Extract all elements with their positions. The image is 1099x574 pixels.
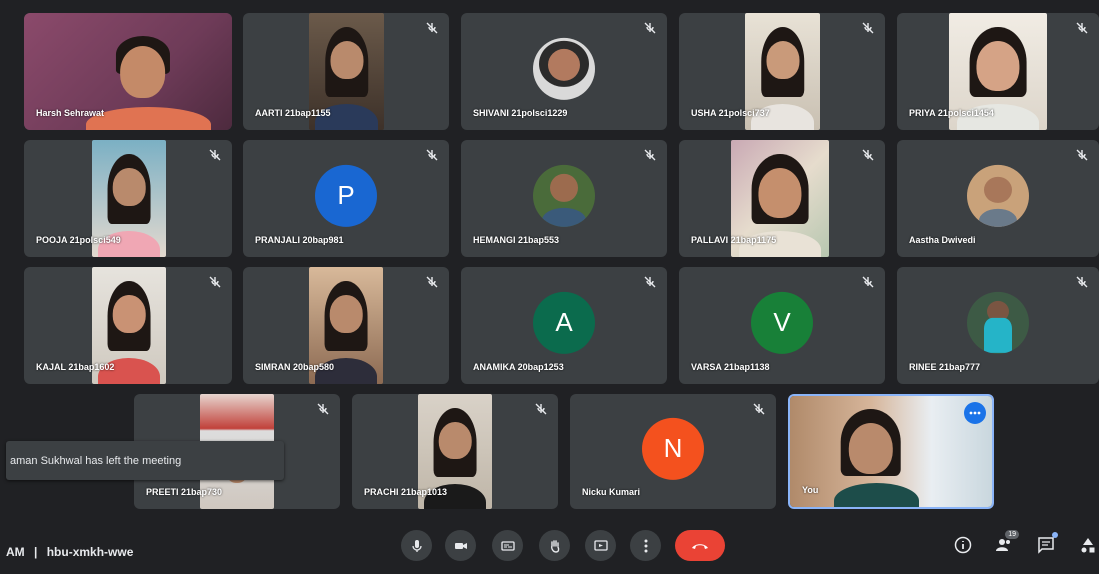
mic-icon bbox=[411, 539, 422, 552]
participant-count-badge: 19 bbox=[1005, 530, 1019, 539]
participant-tile[interactable]: USHA 21polsci737 bbox=[679, 13, 885, 130]
separator: | bbox=[34, 545, 38, 559]
participant-name: SIMRAN 20bap580 bbox=[255, 362, 335, 372]
info-icon bbox=[954, 536, 972, 554]
mic-off-icon bbox=[861, 148, 875, 162]
participant-tile[interactable]: V VARSA 21bap1138 bbox=[679, 267, 885, 384]
participant-name: PRANJALI 20bap981 bbox=[255, 235, 344, 245]
profile-photo bbox=[533, 164, 595, 227]
participant-name: POOJA 21polsci549 bbox=[36, 235, 121, 245]
mic-off-icon bbox=[1075, 275, 1089, 289]
toast-message: aman Sukhwal has left the meeting bbox=[10, 454, 182, 467]
profile-photo bbox=[967, 291, 1029, 354]
mic-off-icon bbox=[643, 21, 657, 35]
avatar: V bbox=[751, 291, 813, 354]
activities-button[interactable] bbox=[1077, 534, 1099, 556]
participant-name: PREETI 21bap730 bbox=[146, 487, 223, 497]
avatar: P bbox=[315, 164, 377, 227]
meeting-info: AM | hbu-xmkh-wwe bbox=[6, 545, 133, 559]
meeting-code: hbu-xmkh-wwe bbox=[46, 545, 134, 559]
participant-name: AARTI 21bap1155 bbox=[255, 108, 331, 118]
mic-off-icon bbox=[861, 275, 875, 289]
participant-tile[interactable]: N Nicku Kumari bbox=[570, 394, 776, 509]
participant-name: RINEE 21bap777 bbox=[909, 362, 981, 372]
avatar-letter: A bbox=[555, 306, 573, 337]
participant-tile[interactable]: Aastha Dwivedi bbox=[897, 140, 1099, 257]
participant-name: Harsh Sehrawat bbox=[36, 108, 105, 118]
profile-photo bbox=[533, 37, 595, 100]
participant-name: USHA 21polsci737 bbox=[691, 108, 770, 118]
self-video bbox=[790, 396, 992, 507]
avatar: N bbox=[642, 417, 704, 480]
notification-dot bbox=[1052, 532, 1058, 538]
leave-call-button[interactable] bbox=[675, 530, 725, 561]
captions-icon bbox=[500, 540, 515, 551]
participant-name: PRACHI 21bap1013 bbox=[364, 487, 448, 497]
mic-off-icon bbox=[643, 275, 657, 289]
mic-off-icon bbox=[534, 402, 548, 416]
participant-tile[interactable]: AARTI 21bap1155 bbox=[243, 13, 449, 130]
avatar-letter: V bbox=[773, 306, 791, 337]
more-options-button[interactable] bbox=[630, 530, 661, 561]
mic-off-icon bbox=[643, 148, 657, 162]
chat-button[interactable] bbox=[1035, 532, 1058, 556]
mic-off-icon bbox=[425, 148, 439, 162]
participant-name: Aastha Dwivedi bbox=[909, 235, 976, 245]
avatar-letter: N bbox=[663, 432, 683, 463]
people-button[interactable]: 19 bbox=[993, 530, 1019, 556]
participant-tile[interactable]: A ANAMIKA 20bap1253 bbox=[461, 267, 667, 384]
participant-name: KAJAL 21bap1602 bbox=[36, 362, 115, 372]
participant-tile[interactable]: POOJA 21polsci549 bbox=[24, 140, 232, 257]
participant-tile[interactable]: SHIVANI 21polsci1229 bbox=[461, 13, 667, 130]
raise-hand-button[interactable] bbox=[539, 530, 570, 561]
self-tile[interactable]: You bbox=[788, 394, 994, 509]
participant-tile[interactable]: PALLAVI 21bap1175 bbox=[679, 140, 885, 257]
participant-name: VARSA 21bap1138 bbox=[691, 362, 770, 372]
mic-button[interactable] bbox=[401, 530, 432, 561]
mic-off-icon bbox=[752, 402, 766, 416]
participant-tile[interactable]: PRACHI 21bap1013 bbox=[352, 394, 558, 509]
participant-tile[interactable]: RINEE 21bap777 bbox=[897, 267, 1099, 384]
mic-off-icon bbox=[425, 275, 439, 289]
present-button[interactable] bbox=[585, 530, 616, 561]
profile-photo bbox=[967, 164, 1029, 227]
mic-off-icon bbox=[425, 21, 439, 35]
present-icon bbox=[593, 539, 608, 551]
mic-off-icon bbox=[1075, 148, 1089, 162]
participant-name: PRIYA 21polsci1454 bbox=[909, 108, 994, 118]
captions-button[interactable] bbox=[492, 530, 523, 561]
mic-off-icon bbox=[208, 275, 222, 289]
more-options-button[interactable] bbox=[964, 402, 986, 424]
mic-off-icon bbox=[316, 402, 330, 416]
participant-tile[interactable]: KAJAL 21bap1602 bbox=[24, 267, 232, 384]
hand-icon bbox=[550, 539, 559, 553]
participant-name: You bbox=[802, 485, 819, 495]
camera-button[interactable] bbox=[445, 530, 476, 561]
participant-name: Nicku Kumari bbox=[582, 487, 641, 497]
participant-name: SHIVANI 21polsci1229 bbox=[473, 108, 568, 118]
participant-tile[interactable]: Harsh Sehrawat bbox=[24, 13, 232, 130]
camera-icon bbox=[454, 542, 467, 549]
participant-name: PALLAVI 21bap1175 bbox=[691, 235, 777, 245]
chat-icon bbox=[1038, 537, 1054, 554]
left-meeting-toast: aman Sukhwal has left the meeting bbox=[6, 441, 284, 480]
activities-icon bbox=[1081, 538, 1095, 553]
more-vert-icon bbox=[644, 539, 647, 552]
participant-name: ANAMIKA 20bap1253 bbox=[473, 362, 564, 372]
end-call-icon bbox=[692, 543, 708, 549]
mic-off-icon bbox=[861, 21, 875, 35]
participant-tile[interactable]: PRIYA 21polsci1454 bbox=[897, 13, 1099, 130]
mic-off-icon bbox=[208, 148, 222, 162]
mic-off-icon bbox=[1075, 21, 1089, 35]
meeting-details-button[interactable] bbox=[952, 534, 974, 556]
avatar: A bbox=[533, 291, 595, 354]
participant-tile[interactable]: SIMRAN 20bap580 bbox=[243, 267, 449, 384]
meeting-time: AM bbox=[6, 545, 25, 559]
participant-tile[interactable]: HEMANGI 21bap553 bbox=[461, 140, 667, 257]
participant-name: HEMANGI 21bap553 bbox=[473, 235, 560, 245]
avatar-letter: P bbox=[337, 179, 355, 210]
participant-tile[interactable]: P PRANJALI 20bap981 bbox=[243, 140, 449, 257]
